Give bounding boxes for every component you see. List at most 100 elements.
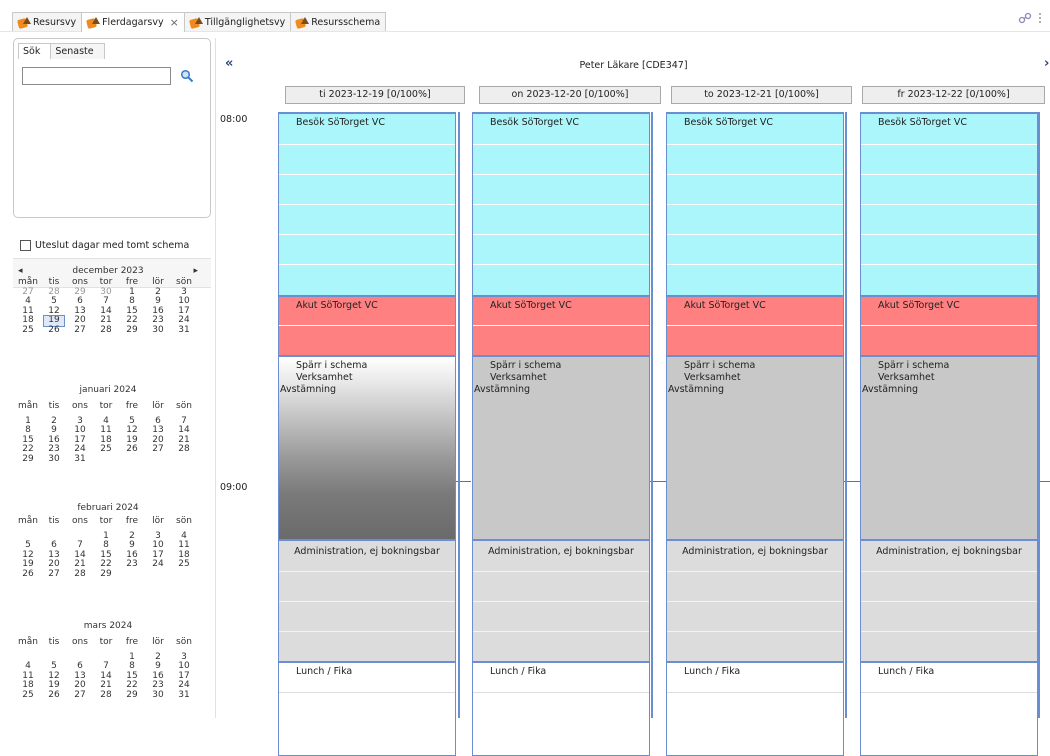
calendar-day[interactable]: 29	[18, 454, 38, 465]
calendar-day[interactable]: 26	[44, 325, 64, 336]
search-icon[interactable]	[180, 69, 194, 83]
more-options-icon[interactable]	[1038, 12, 1042, 24]
view-tabs: Resursvy Flerdagarsvy × Tillgänglighetsv…	[12, 12, 387, 32]
appointment-block[interactable]: Besök SöTorget VC	[279, 114, 455, 297]
availability-view-icon	[188, 16, 203, 29]
block-label: Besök SöTorget VC	[878, 117, 967, 128]
appointment-block[interactable]: Akut SöTorget VC	[279, 297, 455, 357]
tab-tillganglighetsvy[interactable]: Tillgänglighetsvy	[183, 12, 292, 31]
appointment-block[interactable]: Spärr i schema Verksamhet Avstämning	[667, 357, 843, 541]
appointment-block[interactable]: Administration, ej bokningsbar	[279, 541, 455, 663]
appointment-block[interactable]: Spärr i schema Verksamhet Avstämning	[861, 357, 1037, 541]
weekday-label: lör	[152, 637, 164, 647]
appointment-block[interactable]: Lunch / Fika	[279, 663, 455, 755]
calendar-day[interactable]: 28	[70, 569, 90, 580]
appointment-block[interactable]: Akut SöTorget VC	[667, 297, 843, 357]
multiday-view-icon	[86, 16, 101, 30]
exclude-empty-days-checkbox[interactable]: Uteslut dagar med tomt schema	[20, 240, 189, 251]
weekday-label: tor	[99, 401, 113, 411]
checkbox-box[interactable]	[20, 240, 31, 251]
weekday-label: tor	[99, 637, 113, 647]
block-label: Verksamhet	[878, 372, 935, 383]
weekday-label: tor	[99, 516, 113, 526]
search-input[interactable]	[22, 67, 171, 85]
appointment-block[interactable]: Administration, ej bokningsbar	[667, 541, 843, 663]
calendar-day[interactable]: 31	[174, 690, 194, 701]
link-icon[interactable]	[1018, 12, 1032, 24]
calendar-day[interactable]: 28	[96, 690, 116, 701]
appointment-block[interactable]: Administration, ej bokningsbar	[473, 541, 649, 663]
calendar-day[interactable]: 29	[96, 569, 116, 580]
calendar-day[interactable]: 31	[70, 454, 90, 465]
block-label: Akut SöTorget VC	[684, 300, 766, 311]
tab-search[interactable]: Sök	[18, 43, 52, 59]
appointment-block[interactable]: Besök SöTorget VC	[667, 114, 843, 297]
calendar-day[interactable]: 25	[18, 325, 38, 336]
calendar-day[interactable]: 27	[70, 325, 90, 336]
calendar-day[interactable]: 25	[18, 690, 38, 701]
calendar-day[interactable]: 30	[148, 325, 168, 336]
block-label: Besök SöTorget VC	[490, 117, 579, 128]
calendar-day[interactable]: 26	[18, 569, 38, 580]
time-label: 09:00	[220, 482, 248, 493]
calendar-day[interactable]: 24	[148, 560, 168, 570]
calendar-day[interactable]: 30	[44, 454, 64, 465]
block-label: Akut SöTorget VC	[296, 300, 378, 311]
close-tab-icon[interactable]: ×	[170, 16, 179, 29]
calendar-day[interactable]: 27	[44, 569, 64, 580]
calendar-day[interactable]: 23	[122, 560, 142, 570]
calendar-day[interactable]: 25	[96, 445, 116, 455]
calendar-day[interactable]: 27	[70, 690, 90, 701]
tab-label: Resursschema	[311, 16, 381, 28]
weekday-label: fre	[125, 401, 139, 411]
appointment-block[interactable]: Besök SöTorget VC	[473, 114, 649, 297]
calendar-grid: mån tis ons tor fre lör sön 1 2 3 4 5 6 7 8 9 10 11 12 13 14…	[18, 401, 198, 465]
calendar-day[interactable]: 29	[122, 325, 142, 336]
month-title: december 2023	[72, 266, 144, 276]
calendar-day[interactable]: 28	[96, 325, 116, 336]
tab-flerdagarsvy[interactable]: Flerdagarsvy ×	[81, 12, 185, 32]
day-column: Besök SöTorget VC Akut SöTorget VC Spärr…	[666, 112, 844, 756]
tab-recent[interactable]: Senaste	[50, 43, 105, 59]
calendar-day[interactable]: 28	[174, 445, 194, 455]
weekday-label: ons	[72, 637, 88, 647]
appointment-block[interactable]: Besök SöTorget VC	[861, 114, 1037, 297]
appointment-block[interactable]: Lunch / Fika	[667, 663, 843, 755]
calendar-day[interactable]: 30	[148, 690, 168, 701]
block-label: Spärr i schema	[878, 360, 950, 371]
block-label: Besök SöTorget VC	[296, 117, 385, 128]
day-header[interactable]: ti 2023-12-19 [0/100%]	[285, 86, 465, 104]
appointment-block[interactable]: Administration, ej bokningsbar	[861, 541, 1037, 663]
appointment-block[interactable]: Lunch / Fika	[473, 663, 649, 755]
calendar-day[interactable]: 31	[174, 325, 194, 336]
block-label: Avstämning	[862, 384, 919, 395]
weekday-label: mån	[18, 516, 38, 526]
tab-resursvy[interactable]: Resursvy	[12, 12, 83, 31]
calendar-day[interactable]: 26	[44, 690, 64, 701]
appointment-block[interactable]: Spärr i schema Verksamhet Avstämning	[473, 357, 649, 541]
day-divider	[845, 112, 847, 718]
block-label: Administration, ej bokningsbar	[682, 546, 828, 557]
calendar-march: mars 2024 mån tis ons tor fre lör sön 1 2 3 4 5 6 7 8 9…	[18, 619, 198, 701]
day-header[interactable]: to 2023-12-21 [0/100%]	[671, 86, 852, 104]
next-month-icon[interactable]: ▸	[193, 266, 198, 276]
calendar-day[interactable]: 27	[148, 445, 168, 455]
toolbar-right	[1018, 12, 1042, 24]
calendar-grid: mån tis ons tor fre lör sön 1 2 3 4 5 6 7 8 9 10 11 12 13 14…	[18, 637, 198, 701]
block-label: Spärr i schema	[490, 360, 562, 371]
day-header[interactable]: fr 2023-12-22 [0/100%]	[862, 86, 1045, 104]
appointment-block[interactable]: Spärr i schema Verksamhet Avstämning	[279, 357, 455, 541]
day-header[interactable]: on 2023-12-20 [0/100%]	[479, 86, 661, 104]
calendar-day[interactable]: 25	[174, 560, 194, 570]
calendar-day[interactable]: 29	[122, 690, 142, 701]
search-panel: Sök Senaste	[13, 38, 211, 218]
appointment-block[interactable]: Akut SöTorget VC	[861, 297, 1037, 357]
tab-label: Tillgänglighetsvy	[204, 16, 286, 28]
appointment-block[interactable]: Akut SöTorget VC	[473, 297, 649, 357]
block-label: Akut SöTorget VC	[878, 300, 960, 311]
calendar-day[interactable]: 26	[122, 445, 142, 455]
appointment-block[interactable]: Lunch / Fika	[861, 663, 1037, 755]
tab-resursschema[interactable]: Resursschema	[290, 12, 387, 31]
weekday-label: sön	[176, 637, 192, 647]
weekday-label: tis	[48, 637, 60, 647]
